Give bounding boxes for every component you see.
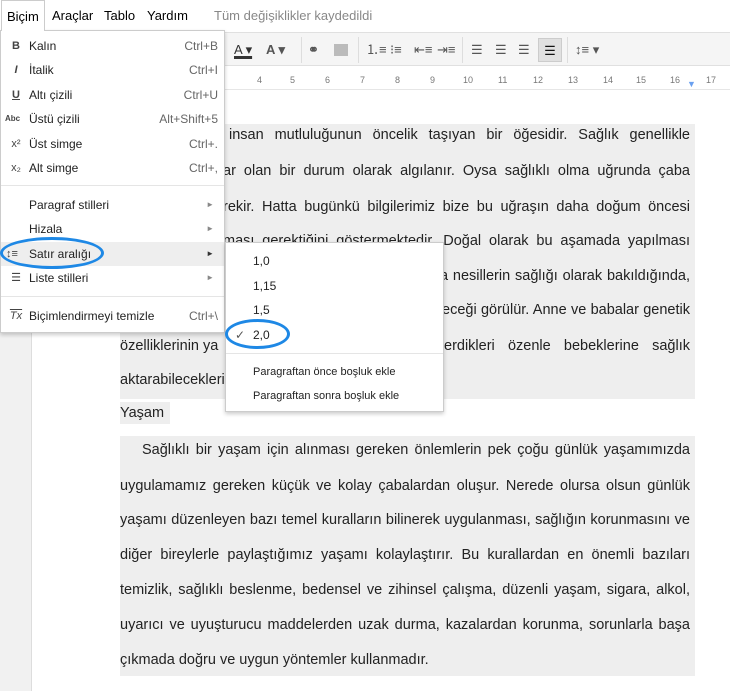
submenu-arrow-icon: ►	[206, 249, 214, 258]
submenu-arrow-icon: ►	[206, 224, 214, 233]
menu-item-paragraph-styles[interactable]: Paragraf stilleri ►	[1, 193, 224, 217]
text-line: aktarabilecekleri	[120, 369, 230, 391]
checkmark-icon: ✓	[235, 328, 246, 342]
italic-icon: I	[14, 64, 18, 76]
text-line: eceği görülür. Anne ve babalar genetik	[442, 299, 690, 321]
text-line: Sağlıklı bir yaşam için alınması gereken…	[142, 439, 690, 461]
spacing-option-1-0[interactable]: 1,0	[226, 249, 443, 273]
text-line: diğer bireylerle paylaştığımız yaşamı ko…	[120, 544, 690, 566]
add-space-before-paragraph[interactable]: Paragraftan önce boşluk ekle	[226, 360, 443, 384]
text-color-icon[interactable]: A ▾	[234, 41, 252, 59]
menu-item-superscript[interactable]: x² Üst simge Ctrl+.	[1, 132, 224, 156]
menu-item-clear-formatting[interactable]: Tx Biçimlendirmeyi temizle Ctrl+\	[1, 304, 224, 328]
text-line: insan mutluluğunun öncelik taşıyan bir ö…	[229, 124, 690, 146]
subscript-icon: x₂	[11, 162, 21, 174]
text-line: ar olan bir durum olarak algılanır. Oysa…	[223, 160, 690, 182]
link-icon[interactable]: ⚭	[308, 41, 319, 59]
menu-item-bold[interactable]: B Kalın Ctrl+B	[1, 34, 224, 58]
menu-bicim[interactable]: Biçim	[1, 0, 45, 31]
image-icon[interactable]	[334, 44, 348, 56]
menu-item-italic[interactable]: I İtalik Ctrl+I	[1, 58, 224, 82]
clear-formatting-icon: Tx	[9, 310, 23, 322]
increase-indent-icon[interactable]: ⇥≡	[437, 41, 455, 59]
line-spacing-icon: ↕≡	[6, 248, 18, 260]
text-line: özelliklerinin ya	[120, 335, 230, 357]
line-spacing-submenu: 1,0 1,15 1,5 ✓ 2,0 Paragraftan önce boşlu…	[225, 242, 444, 412]
align-right-icon[interactable]: ☰	[518, 41, 530, 59]
bold-icon: B	[12, 40, 20, 52]
superscript-icon: x²	[11, 138, 21, 150]
text-line: rekir. Hatta bugünkü bilgilerimiz bize b…	[223, 196, 690, 218]
strikethrough-icon: Abc	[5, 114, 21, 123]
text-line: a nesillerin sağlığı olarak bakıldığında…	[440, 265, 690, 287]
menu-araclar[interactable]: Araçlar	[52, 8, 93, 23]
menu-item-list-styles[interactable]: ☰ Liste stilleri ►	[1, 266, 224, 290]
decrease-indent-icon[interactable]: ⇤≡	[414, 41, 432, 59]
spacing-option-1-5[interactable]: 1,5	[226, 298, 443, 322]
highlight-color-icon[interactable]: A ▾	[266, 41, 285, 59]
text-line: çıkmada doğru ve uygun yöntemler kullanm…	[120, 649, 445, 671]
menu-item-strikethrough[interactable]: Abc Üstü çizili Alt+Shift+5	[1, 107, 224, 131]
submenu-arrow-icon: ►	[206, 200, 214, 209]
numbered-list-icon[interactable]: ⒈≡	[366, 41, 387, 59]
menu-item-underline[interactable]: U Altı çizili Ctrl+U	[1, 83, 224, 107]
menu-yardim[interactable]: Yardım	[147, 8, 188, 23]
right-indent-marker[interactable]: ▼	[687, 79, 696, 89]
menu-item-subscript[interactable]: x₂ Alt simge Ctrl+,	[1, 156, 224, 180]
align-left-icon[interactable]: ☰	[471, 41, 483, 59]
spacing-option-1-15[interactable]: 1,15	[226, 274, 443, 298]
menu-tablo[interactable]: Tablo	[104, 8, 135, 23]
format-menu: B Kalın Ctrl+B I İtalik Ctrl+I U Altı çizili C…	[0, 30, 225, 333]
submenu-arrow-icon: ►	[206, 273, 214, 282]
line-spacing-icon[interactable]: ↕≡ ▾	[575, 41, 599, 59]
text-line: yaşamı düzenleyen bazı temel kuralların …	[120, 509, 690, 531]
underline-icon: U	[12, 89, 20, 101]
text-line: erdikleri özenle bebeklerine sağlık	[444, 335, 690, 357]
heading-yasam: Yaşam	[120, 402, 170, 424]
text-line: uygulamamız gereken küçük ve kolay çabal…	[120, 475, 690, 497]
text-line: uyarıcı ve uyuşturucu maddelerden uzak d…	[120, 614, 690, 636]
list-icon: ☰	[11, 272, 21, 284]
align-center-icon[interactable]: ☰	[495, 41, 507, 59]
menu-item-align[interactable]: Hizala ►	[1, 217, 224, 241]
save-status: Tüm değişiklikler kaydedildi	[214, 8, 373, 23]
bulleted-list-icon[interactable]: ⁝≡	[390, 41, 402, 59]
justify-icon[interactable]: ☰	[538, 38, 562, 62]
add-space-after-paragraph[interactable]: Paragraftan sonra boşluk ekle	[226, 384, 443, 408]
spacing-option-2-0[interactable]: ✓ 2,0	[226, 323, 443, 347]
menu-item-line-spacing[interactable]: ↕≡ Satır aralığı ►	[1, 242, 224, 266]
menubar: Biçim Araçlar Tablo Yardım Tüm değişikli…	[0, 0, 730, 31]
text-line: temizlik, sağlıklı beslenme, bedensel ve…	[120, 579, 690, 601]
